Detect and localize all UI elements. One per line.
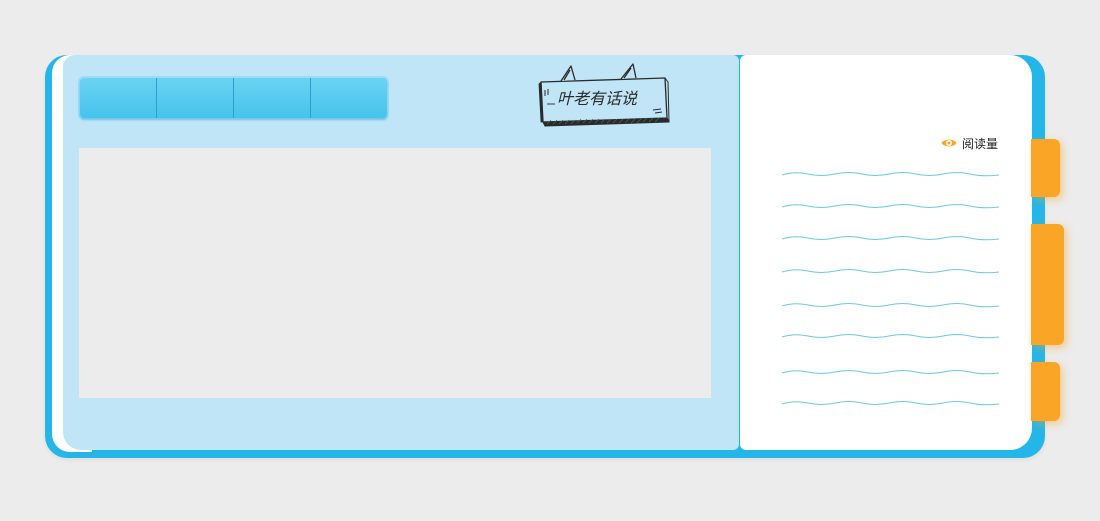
wave-line <box>781 370 1000 375</box>
wave-line <box>781 269 1000 274</box>
wave-line-group <box>781 172 1000 406</box>
wave-line <box>781 172 1000 177</box>
nav-tab-2[interactable] <box>157 78 234 118</box>
read-count-label: 阅读量 <box>962 136 999 151</box>
sketch-logo: 叶老有话说 <box>533 62 671 130</box>
wave-line <box>781 401 1000 406</box>
eye-icon <box>941 139 957 147</box>
wave-line <box>781 236 1000 241</box>
wave-line <box>781 334 1000 339</box>
main-content-area <box>79 148 711 398</box>
lined-paper <box>781 172 1000 406</box>
nav-tab-strip <box>80 78 387 118</box>
side-tab-1[interactable] <box>1031 139 1060 197</box>
read-count: 阅读量 <box>941 134 998 152</box>
nav-tab-3[interactable] <box>234 78 311 118</box>
nav-tab-4[interactable] <box>311 78 387 118</box>
logo-text: 叶老有话说 <box>557 89 638 108</box>
wave-line <box>781 303 1000 308</box>
nav-tab-1[interactable] <box>80 78 157 118</box>
side-tab-2[interactable] <box>1031 224 1064 345</box>
side-tab-3[interactable] <box>1031 362 1060 421</box>
book-stage: 叶老有话说 阅读量 <box>0 0 1100 521</box>
wave-line <box>781 204 1000 209</box>
